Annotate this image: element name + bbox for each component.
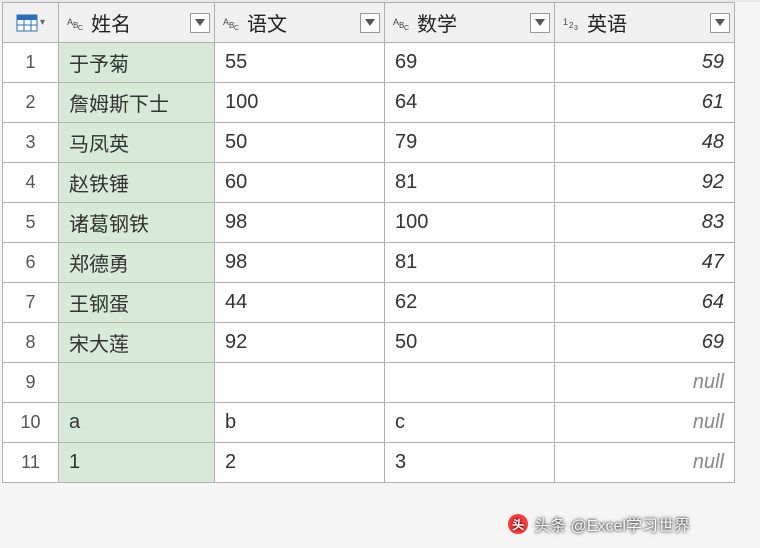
row-index[interactable]: 8 xyxy=(3,323,59,363)
header-row: ▾ ABC 姓名 ABC xyxy=(3,3,735,43)
data-table: ▾ ABC 姓名 ABC xyxy=(2,2,735,483)
filter-button-shuxue[interactable] xyxy=(530,13,550,33)
cell-name[interactable]: 赵铁锤 xyxy=(59,163,214,202)
cell-name[interactable]: 郑德勇 xyxy=(59,243,214,282)
text-type-icon: ABC xyxy=(67,15,85,31)
cell-shuxue[interactable]: 50 xyxy=(385,323,554,362)
cell-yingyu[interactable]: null xyxy=(555,443,734,482)
table-row[interactable]: 1于予菊556959 xyxy=(3,43,735,83)
cell-yingyu[interactable]: 48 xyxy=(555,123,734,162)
text-type-icon: ABC xyxy=(223,15,241,31)
cell-name[interactable] xyxy=(59,363,214,402)
row-index[interactable]: 11 xyxy=(3,443,59,483)
table-row[interactable]: 2詹姆斯下士1006461 xyxy=(3,83,735,123)
svg-text:C: C xyxy=(404,25,409,31)
cell-yingyu[interactable]: 47 xyxy=(555,243,734,282)
row-index[interactable]: 4 xyxy=(3,163,59,203)
cell-yuwen[interactable]: 100 xyxy=(215,83,384,122)
cell-shuxue[interactable]: 81 xyxy=(385,243,554,282)
cell-shuxue[interactable]: c xyxy=(385,403,554,442)
filter-button-name[interactable] xyxy=(190,13,210,33)
cell-yingyu[interactable]: null xyxy=(555,363,734,402)
cell-name[interactable]: 宋大莲 xyxy=(59,323,214,362)
row-index[interactable]: 1 xyxy=(3,43,59,83)
svg-text:C: C xyxy=(234,25,239,31)
cell-yingyu[interactable]: 64 xyxy=(555,283,734,322)
cell-shuxue[interactable]: 81 xyxy=(385,163,554,202)
row-index[interactable]: 6 xyxy=(3,243,59,283)
cell-yuwen[interactable]: 2 xyxy=(215,443,384,482)
table-row[interactable]: 10abcnull xyxy=(3,403,735,443)
filter-button-yuwen[interactable] xyxy=(360,13,380,33)
cell-shuxue[interactable]: 100 xyxy=(385,203,554,242)
watermark-logo-icon: 头 xyxy=(508,514,528,534)
cell-yingyu[interactable]: 92 xyxy=(555,163,734,202)
number-type-icon: 123 xyxy=(563,15,581,31)
column-header-label: 数学 xyxy=(417,8,530,37)
column-header-name[interactable]: ABC 姓名 xyxy=(59,3,215,43)
table-row[interactable]: 11123null xyxy=(3,443,735,483)
cell-yuwen[interactable]: 98 xyxy=(215,203,384,242)
cell-yingyu[interactable]: 83 xyxy=(555,203,734,242)
cell-name[interactable]: 诸葛钢铁 xyxy=(59,203,214,242)
row-index[interactable]: 5 xyxy=(3,203,59,243)
row-index[interactable]: 2 xyxy=(3,83,59,123)
table-row[interactable]: 3马凤英507948 xyxy=(3,123,735,163)
svg-text:1: 1 xyxy=(563,17,568,27)
cell-yuwen[interactable]: 98 xyxy=(215,243,384,282)
row-index[interactable]: 7 xyxy=(3,283,59,323)
filter-button-yingyu[interactable] xyxy=(710,13,730,33)
table-row[interactable]: 6郑德勇988147 xyxy=(3,243,735,283)
cell-yuwen[interactable]: b xyxy=(215,403,384,442)
table-icon xyxy=(16,14,38,32)
cell-yingyu[interactable]: 59 xyxy=(555,43,734,82)
column-header-label: 语文 xyxy=(247,8,360,37)
column-header-shuxue[interactable]: ABC 数学 xyxy=(385,3,555,43)
cell-shuxue[interactable]: 79 xyxy=(385,123,554,162)
row-index[interactable]: 9 xyxy=(3,363,59,403)
cell-yingyu[interactable]: 61 xyxy=(555,83,734,122)
cell-yuwen[interactable]: 60 xyxy=(215,163,384,202)
svg-text:C: C xyxy=(78,25,83,31)
cell-name[interactable]: 王钢蛋 xyxy=(59,283,214,322)
cell-shuxue[interactable]: 62 xyxy=(385,283,554,322)
cell-shuxue[interactable]: 64 xyxy=(385,83,554,122)
cell-yingyu[interactable]: null xyxy=(555,403,734,442)
watermark: 头 头条 @Excel学习世界 xyxy=(508,512,690,536)
cell-shuxue[interactable] xyxy=(385,363,554,402)
cell-name[interactable]: a xyxy=(59,403,214,442)
cell-yuwen[interactable]: 92 xyxy=(215,323,384,362)
watermark-text: 头条 @Excel学习世界 xyxy=(534,512,690,536)
column-header-yuwen[interactable]: ABC 语文 xyxy=(215,3,385,43)
row-index[interactable]: 10 xyxy=(3,403,59,443)
column-header-yingyu[interactable]: 123 英语 xyxy=(555,3,735,43)
table-row[interactable]: 7王钢蛋446264 xyxy=(3,283,735,323)
cell-name[interactable]: 马凤英 xyxy=(59,123,214,162)
cell-yuwen[interactable]: 55 xyxy=(215,43,384,82)
cell-yingyu[interactable]: 69 xyxy=(555,323,734,362)
table-row[interactable]: 9 null xyxy=(3,363,735,403)
cell-yuwen[interactable]: 44 xyxy=(215,283,384,322)
chevron-down-icon: ▾ xyxy=(40,17,45,28)
table-row[interactable]: 4赵铁锤608192 xyxy=(3,163,735,203)
cell-shuxue[interactable]: 69 xyxy=(385,43,554,82)
index-column-header[interactable]: ▾ xyxy=(3,3,59,43)
column-header-label: 姓名 xyxy=(91,8,190,37)
table-row[interactable]: 5诸葛钢铁9810083 xyxy=(3,203,735,243)
text-type-icon: ABC xyxy=(393,15,411,31)
row-index[interactable]: 3 xyxy=(3,123,59,163)
cell-yuwen[interactable]: 50 xyxy=(215,123,384,162)
cell-shuxue[interactable]: 3 xyxy=(385,443,554,482)
table-row[interactable]: 8宋大莲925069 xyxy=(3,323,735,363)
cell-name[interactable]: 于予菊 xyxy=(59,43,214,82)
cell-name[interactable]: 1 xyxy=(59,443,214,482)
svg-text:3: 3 xyxy=(574,25,578,31)
column-header-label: 英语 xyxy=(587,8,710,37)
cell-yuwen[interactable] xyxy=(215,363,384,402)
cell-name[interactable]: 詹姆斯下士 xyxy=(59,83,214,122)
